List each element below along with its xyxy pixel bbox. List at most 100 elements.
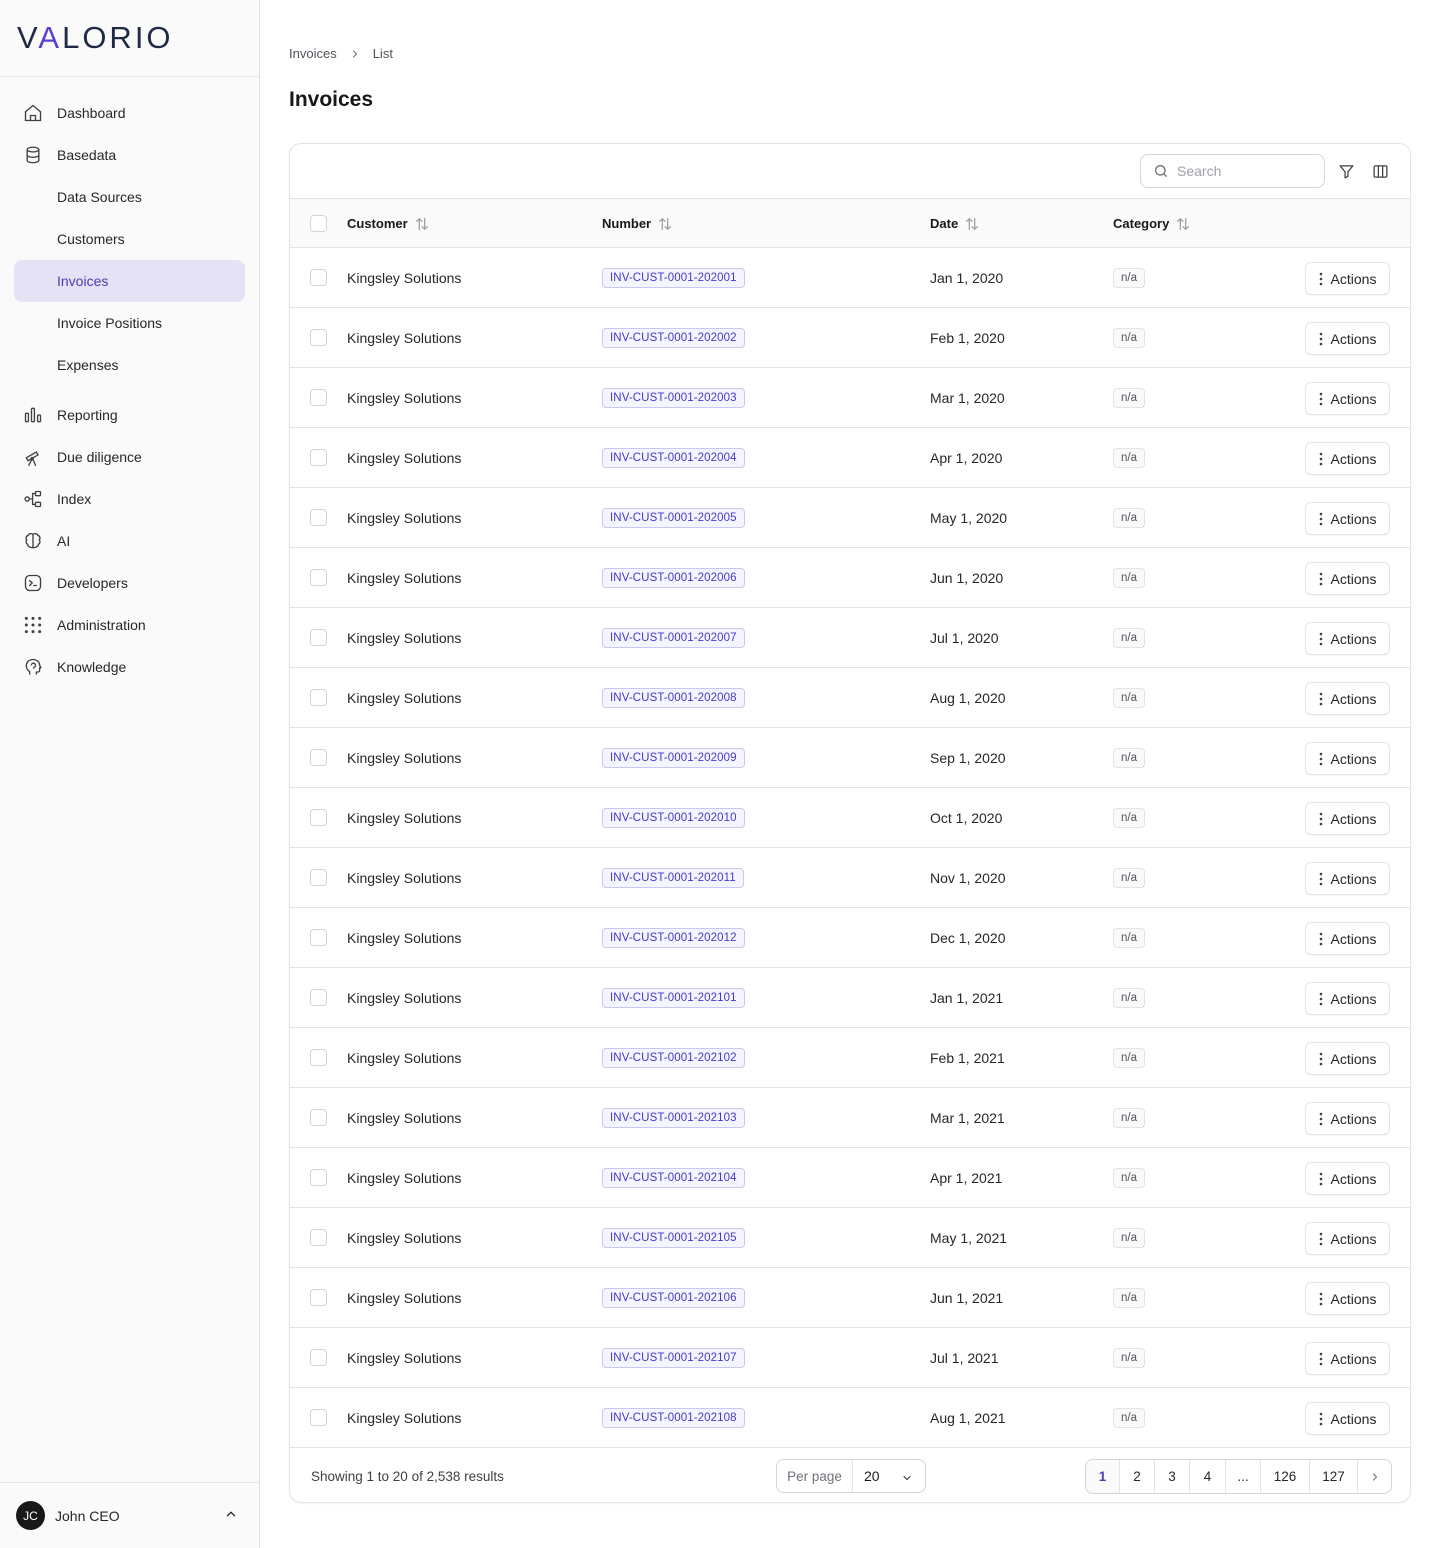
columns-icon[interactable] (1370, 161, 1390, 181)
invoice-number-badge[interactable]: INV-CUST-0001-202104 (602, 1168, 745, 1188)
actions-button[interactable]: Actions (1305, 322, 1390, 355)
invoice-number-badge[interactable]: INV-CUST-0001-202007 (602, 628, 745, 648)
invoice-number-badge[interactable]: INV-CUST-0001-202102 (602, 1048, 745, 1068)
table-row[interactable]: Kingsley Solutions INV-CUST-0001-202108 Au… (290, 1388, 1410, 1448)
logo[interactable]: VALORIO (17, 20, 174, 56)
table-row[interactable]: Kingsley Solutions INV-CUST-0001-202001 Ja… (290, 248, 1410, 308)
invoice-number-badge[interactable]: INV-CUST-0001-202006 (602, 568, 745, 588)
invoice-number-badge[interactable]: INV-CUST-0001-202008 (602, 688, 745, 708)
search-box[interactable] (1140, 154, 1325, 188)
actions-button[interactable]: Actions (1305, 682, 1390, 715)
table-row[interactable]: Kingsley Solutions INV-CUST-0001-202007 Ju… (290, 608, 1410, 668)
sidebar-item-reporting[interactable]: Reporting (14, 394, 245, 436)
chevron-up-icon[interactable] (224, 1507, 238, 1526)
row-checkbox[interactable] (310, 629, 327, 646)
actions-button[interactable]: Actions (1305, 1222, 1390, 1255)
table-row[interactable]: Kingsley Solutions INV-CUST-0001-202004 Ap… (290, 428, 1410, 488)
actions-button[interactable]: Actions (1305, 742, 1390, 775)
table-row[interactable]: Kingsley Solutions INV-CUST-0001-202010 Oc… (290, 788, 1410, 848)
invoice-number-badge[interactable]: INV-CUST-0001-202108 (602, 1408, 745, 1428)
actions-button[interactable]: Actions (1305, 862, 1390, 895)
sidebar-item-administration[interactable]: Administration (14, 604, 245, 646)
invoice-number-badge[interactable]: INV-CUST-0001-202103 (602, 1108, 745, 1128)
actions-button[interactable]: Actions (1305, 442, 1390, 475)
row-checkbox[interactable] (310, 689, 327, 706)
row-checkbox[interactable] (310, 1169, 327, 1186)
invoice-number-badge[interactable]: INV-CUST-0001-202009 (602, 748, 745, 768)
row-checkbox[interactable] (310, 329, 327, 346)
row-checkbox[interactable] (310, 449, 327, 466)
page-button-4[interactable]: 4 (1190, 1460, 1226, 1493)
sidebar-item-dashboard[interactable]: Dashboard (14, 92, 245, 134)
invoice-number-badge[interactable]: INV-CUST-0001-202011 (602, 868, 744, 888)
page-button-1[interactable]: 1 (1086, 1460, 1120, 1493)
breadcrumb-root[interactable]: Invoices (289, 46, 337, 61)
actions-button[interactable]: Actions (1305, 502, 1390, 535)
table-row[interactable]: Kingsley Solutions INV-CUST-0001-202102 Fe… (290, 1028, 1410, 1088)
row-checkbox[interactable] (310, 869, 327, 886)
column-header-customer[interactable]: Customer (347, 199, 430, 248)
actions-button[interactable]: Actions (1305, 1282, 1390, 1315)
actions-button[interactable]: Actions (1305, 982, 1390, 1015)
table-row[interactable]: Kingsley Solutions INV-CUST-0001-202104 Ap… (290, 1148, 1410, 1208)
invoice-number-badge[interactable]: INV-CUST-0001-202001 (602, 268, 745, 288)
actions-button[interactable]: Actions (1305, 922, 1390, 955)
sidebar-item-basedata[interactable]: Basedata (14, 134, 245, 176)
row-checkbox[interactable] (310, 389, 327, 406)
actions-button[interactable]: Actions (1305, 382, 1390, 415)
sort-icon[interactable] (1175, 216, 1191, 232)
invoice-number-badge[interactable]: INV-CUST-0001-202003 (602, 388, 745, 408)
column-header-category[interactable]: Category (1113, 199, 1191, 248)
column-header-date[interactable]: Date (930, 199, 980, 248)
table-row[interactable]: Kingsley Solutions INV-CUST-0001-202008 Au… (290, 668, 1410, 728)
select-all-checkbox[interactable] (310, 215, 327, 232)
row-checkbox[interactable] (310, 1349, 327, 1366)
sort-icon[interactable] (414, 216, 430, 232)
invoice-number-badge[interactable]: INV-CUST-0001-202107 (602, 1348, 745, 1368)
sidebar-item-invoice-positions[interactable]: Invoice Positions (14, 302, 245, 344)
row-checkbox[interactable] (310, 1229, 327, 1246)
invoice-number-badge[interactable]: INV-CUST-0001-202002 (602, 328, 745, 348)
invoice-number-badge[interactable]: INV-CUST-0001-202106 (602, 1288, 745, 1308)
row-checkbox[interactable] (310, 509, 327, 526)
sidebar-item-developers[interactable]: Developers (14, 562, 245, 604)
table-row[interactable]: Kingsley Solutions INV-CUST-0001-202011 No… (290, 848, 1410, 908)
row-checkbox[interactable] (310, 569, 327, 586)
invoice-number-badge[interactable]: INV-CUST-0001-202005 (602, 508, 745, 528)
column-header-number[interactable]: Number (602, 199, 673, 248)
row-checkbox[interactable] (310, 1109, 327, 1126)
sidebar-item-knowledge[interactable]: Knowledge (14, 646, 245, 688)
filter-icon[interactable] (1336, 161, 1356, 181)
invoice-number-badge[interactable]: INV-CUST-0001-202004 (602, 448, 745, 468)
actions-button[interactable]: Actions (1305, 622, 1390, 655)
sidebar-item-index[interactable]: Index (14, 478, 245, 520)
sidebar-item-data-sources[interactable]: Data Sources (14, 176, 245, 218)
table-row[interactable]: Kingsley Solutions INV-CUST-0001-202101 Ja… (290, 968, 1410, 1028)
row-checkbox[interactable] (310, 749, 327, 766)
actions-button[interactable]: Actions (1305, 1402, 1390, 1435)
sidebar-item-customers[interactable]: Customers (14, 218, 245, 260)
actions-button[interactable]: Actions (1305, 1162, 1390, 1195)
per-page-select[interactable]: Per page 20 (776, 1459, 926, 1493)
invoice-number-badge[interactable]: INV-CUST-0001-202012 (602, 928, 745, 948)
invoice-number-badge[interactable]: INV-CUST-0001-202105 (602, 1228, 745, 1248)
actions-button[interactable]: Actions (1305, 802, 1390, 835)
table-row[interactable]: Kingsley Solutions INV-CUST-0001-202105 Ma… (290, 1208, 1410, 1268)
actions-button[interactable]: Actions (1305, 562, 1390, 595)
row-checkbox[interactable] (310, 1049, 327, 1066)
invoice-number-badge[interactable]: INV-CUST-0001-202101 (602, 988, 745, 1008)
search-input[interactable] (1177, 163, 1307, 179)
sort-icon[interactable] (657, 216, 673, 232)
row-checkbox[interactable] (310, 269, 327, 286)
table-row[interactable]: Kingsley Solutions INV-CUST-0001-202012 De… (290, 908, 1410, 968)
page-button-126[interactable]: 126 (1261, 1460, 1310, 1493)
table-row[interactable]: Kingsley Solutions INV-CUST-0001-202003 Ma… (290, 368, 1410, 428)
table-row[interactable]: Kingsley Solutions INV-CUST-0001-202009 Se… (290, 728, 1410, 788)
page-button-2[interactable]: 2 (1120, 1460, 1155, 1493)
page-button-3[interactable]: 3 (1155, 1460, 1190, 1493)
user-menu[interactable]: JC John CEO (0, 1482, 260, 1548)
actions-button[interactable]: Actions (1305, 1342, 1390, 1375)
table-row[interactable]: Kingsley Solutions INV-CUST-0001-202006 Ju… (290, 548, 1410, 608)
invoice-number-badge[interactable]: INV-CUST-0001-202010 (602, 808, 745, 828)
table-row[interactable]: Kingsley Solutions INV-CUST-0001-202005 Ma… (290, 488, 1410, 548)
